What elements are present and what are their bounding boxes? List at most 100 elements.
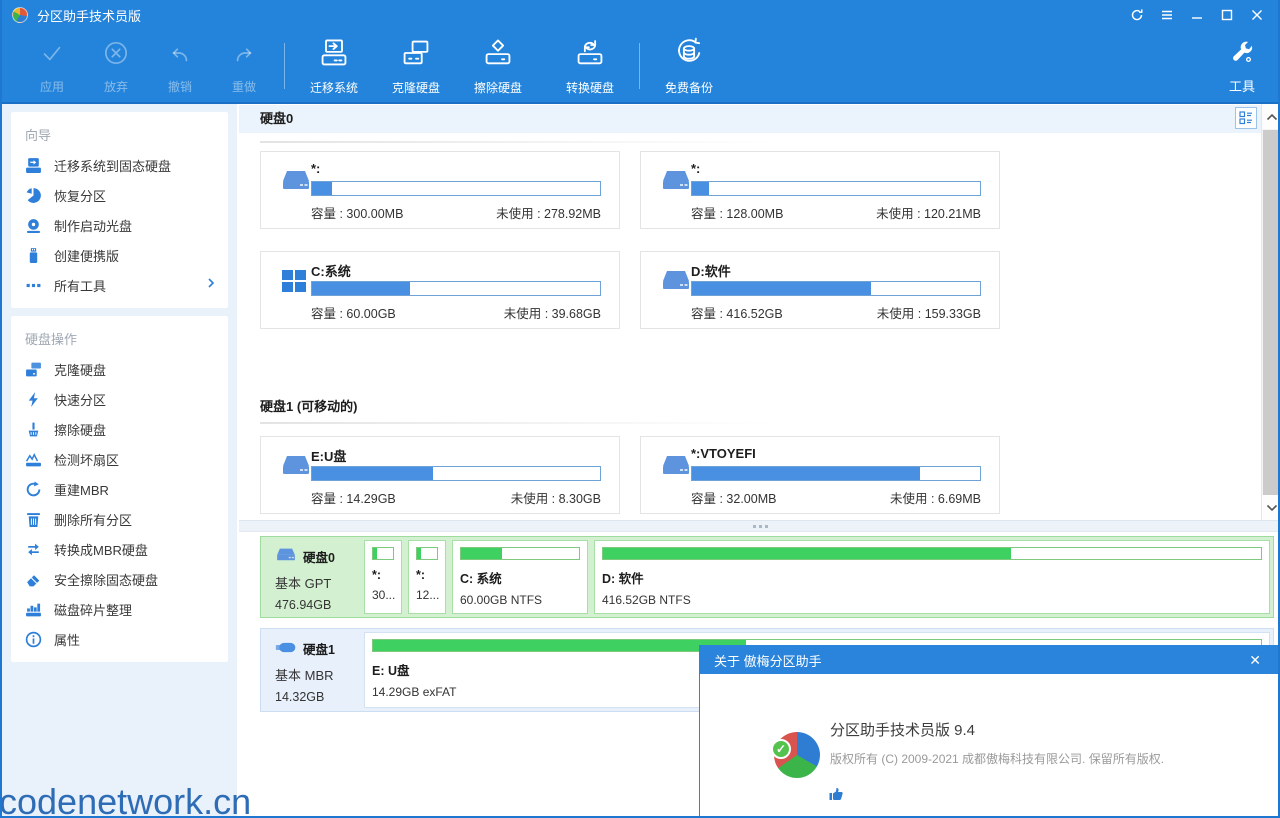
sidebar-item-all-tools[interactable]: 所有工具: [11, 270, 228, 300]
sidebar-item-boot-disc[interactable]: 制作启动光盘: [11, 210, 228, 240]
clone-disk-button[interactable]: 克隆硬盘: [375, 35, 457, 97]
unused-text: 未使用 : 278.92MB: [496, 207, 601, 221]
sidebar-item-recover-partition[interactable]: 恢复分区: [11, 180, 228, 210]
sidebar-item-delete-partitions[interactable]: 删除所有分区: [11, 504, 228, 534]
capacity-text: 容量 : 128.00MB: [691, 207, 784, 221]
disk-overview-panel: 硬盘0 *: 容量 : 300.00MB 未使用 : 278.92MB *: 容…: [239, 104, 1278, 520]
drive-icon: [661, 453, 691, 479]
dialog-close-icon[interactable]: ✕: [1245, 652, 1265, 669]
sidebar-item-rebuild-mbr[interactable]: 重建MBR: [11, 474, 228, 504]
toolbar: 应用 放弃 撤销 重做 迁移系统 克隆硬盘 擦除硬盘 转换硬盘 免费备份 工具: [2, 30, 1278, 104]
sidebar-item-properties[interactable]: 属性: [11, 624, 228, 654]
wipe-disk-icon: [482, 37, 514, 74]
usage-bar: [691, 466, 981, 481]
refresh-icon[interactable]: [1122, 0, 1152, 30]
usage-bar: [602, 547, 1262, 560]
sidebar: 向导 迁移系统到固态硬盘 恢复分区 制作启动光盘 创建便携版 所有工具 硬盘操作…: [2, 104, 237, 816]
usage-bar: [311, 281, 601, 296]
volume-card-esp[interactable]: *: 容量 : 300.00MB 未使用 : 278.92MB: [260, 151, 620, 229]
close-icon[interactable]: [1242, 0, 1272, 30]
volume-card-d[interactable]: D:软件 容量 : 416.52GB 未使用 : 159.33GB: [640, 251, 1000, 329]
tools-button[interactable]: 工具: [1214, 30, 1270, 104]
sidebar-item-clone-disk[interactable]: 克隆硬盘: [11, 354, 228, 384]
volume-card-msr[interactable]: *: 容量 : 128.00MB 未使用 : 120.21MB: [640, 151, 1000, 229]
minimize-icon[interactable]: [1182, 0, 1212, 30]
discard-button[interactable]: 放弃: [84, 35, 148, 97]
sidebar-item-migrate-ssd[interactable]: 迁移系统到固态硬盘: [11, 150, 228, 180]
partition-msr[interactable]: *: 12...: [408, 540, 446, 614]
undo-icon: [165, 38, 195, 73]
migrate-ssd-icon: [25, 157, 42, 174]
all-tools-icon: [25, 277, 42, 294]
disk0-header[interactable]: 硬盘0: [239, 105, 1261, 133]
backup-icon: [673, 37, 705, 74]
menu-icon[interactable]: [1152, 0, 1182, 30]
toolbar-separator: [639, 43, 640, 89]
disk1-header[interactable]: 硬盘1 (可移动的): [260, 396, 358, 415]
about-dialog: 关于 傲梅分区助手 ✕ ✓ 分区助手技术员版 9.4 版权所有 (C) 2009…: [699, 645, 1278, 816]
disk-name: 硬盘1: [303, 643, 335, 657]
maximize-icon[interactable]: [1212, 0, 1242, 30]
sidebar-item-defrag[interactable]: 磁盘碎片整理: [11, 594, 228, 624]
usage-bar: [416, 547, 438, 560]
window-title: 分区助手技术员版: [37, 8, 142, 24]
unused-text: 未使用 : 120.21MB: [876, 207, 981, 221]
partition-d[interactable]: D: 软件 416.52GB NTFS: [594, 540, 1270, 614]
divider: [260, 422, 775, 424]
usage-bar: [460, 547, 580, 560]
view-toggle-button[interactable]: [1235, 107, 1257, 129]
scroll-up-button[interactable]: [1262, 104, 1278, 129]
capacity-text: 容量 : 416.52GB: [691, 307, 783, 321]
usage-bar: [691, 181, 981, 196]
convert-mbr-icon: [25, 541, 42, 558]
migrate-system-button[interactable]: 迁移系统: [293, 35, 375, 97]
apply-button[interactable]: 应用: [20, 35, 84, 97]
free-backup-button[interactable]: 免费备份: [648, 35, 730, 97]
scroll-down-button[interactable]: [1262, 495, 1278, 520]
disk-meta: 基本 MBR: [275, 668, 334, 683]
usage-bar: [372, 547, 394, 560]
bad-sector-icon: [25, 451, 42, 468]
unused-text: 未使用 : 159.33GB: [876, 307, 981, 321]
disk1-label: 硬盘1 基本 MBR 14.32GB: [261, 629, 361, 711]
convert-disk-button[interactable]: 转换硬盘: [549, 35, 631, 97]
capacity-text: 容量 : 60.00GB: [311, 307, 396, 321]
sidebar-item-portable[interactable]: 创建便携版: [11, 240, 228, 270]
quick-partition-icon: [25, 391, 42, 408]
volume-card-e[interactable]: E:U盘 容量 : 14.29GB 未使用 : 8.30GB: [260, 436, 620, 514]
disk0-map-row[interactable]: 硬盘0 基本 GPT 476.94GB *: 30... *: 12... C:…: [260, 536, 1274, 618]
check-icon: [37, 38, 67, 73]
wipe-disk-button[interactable]: 擦除硬盘: [457, 35, 539, 97]
title-bar: 分区助手技术员版: [2, 0, 1278, 30]
unused-text: 未使用 : 8.30GB: [510, 492, 601, 506]
scrollbar-thumb[interactable]: [1263, 130, 1278, 495]
windows-icon: [281, 268, 311, 294]
sidebar-item-wipe-disk[interactable]: 擦除硬盘: [11, 414, 228, 444]
properties-icon: [25, 631, 42, 648]
volume-card-vtoyefi[interactable]: *:VTOYEFI 容量 : 32.00MB 未使用 : 6.69MB: [640, 436, 1000, 514]
clone-disk-icon: [25, 361, 42, 378]
partition-c[interactable]: C: 系统 60.00GB NTFS: [452, 540, 588, 614]
about-dialog-titlebar[interactable]: 关于 傲梅分区助手 ✕: [700, 646, 1278, 674]
product-version-text: 分区助手技术员版 9.4: [830, 722, 976, 739]
volume-card-c[interactable]: C:系统 容量 : 60.00GB 未使用 : 39.68GB: [260, 251, 620, 329]
sidebar-item-convert-mbr[interactable]: 转换成MBR硬盘: [11, 534, 228, 564]
vertical-scrollbar[interactable]: [1261, 104, 1278, 520]
undo-button[interactable]: 撤销: [148, 35, 212, 97]
sidebar-item-quick-partition[interactable]: 快速分区: [11, 384, 228, 414]
wipe-disk-icon: [25, 421, 42, 438]
partition-esp[interactable]: *: 30...: [364, 540, 402, 614]
redo-icon: [229, 38, 259, 73]
wrench-icon: [1229, 40, 1255, 71]
sidebar-item-bad-sector[interactable]: 检测坏扇区: [11, 444, 228, 474]
wizard-section: 向导 迁移系统到固态硬盘 恢复分区 制作启动光盘 创建便携版 所有工具: [11, 112, 228, 308]
redo-button[interactable]: 重做: [212, 35, 276, 97]
check-badge-icon: ✓: [771, 739, 791, 759]
sidebar-item-secure-erase[interactable]: 安全擦除固态硬盘: [11, 564, 228, 594]
rebuild-mbr-icon: [25, 481, 42, 498]
usb-icon: [275, 641, 297, 657]
thumbs-up-icon[interactable]: [828, 786, 844, 807]
panel-splitter[interactable]: [239, 520, 1278, 532]
boot-disc-icon: [25, 217, 42, 234]
portable-usb-icon: [25, 247, 42, 264]
